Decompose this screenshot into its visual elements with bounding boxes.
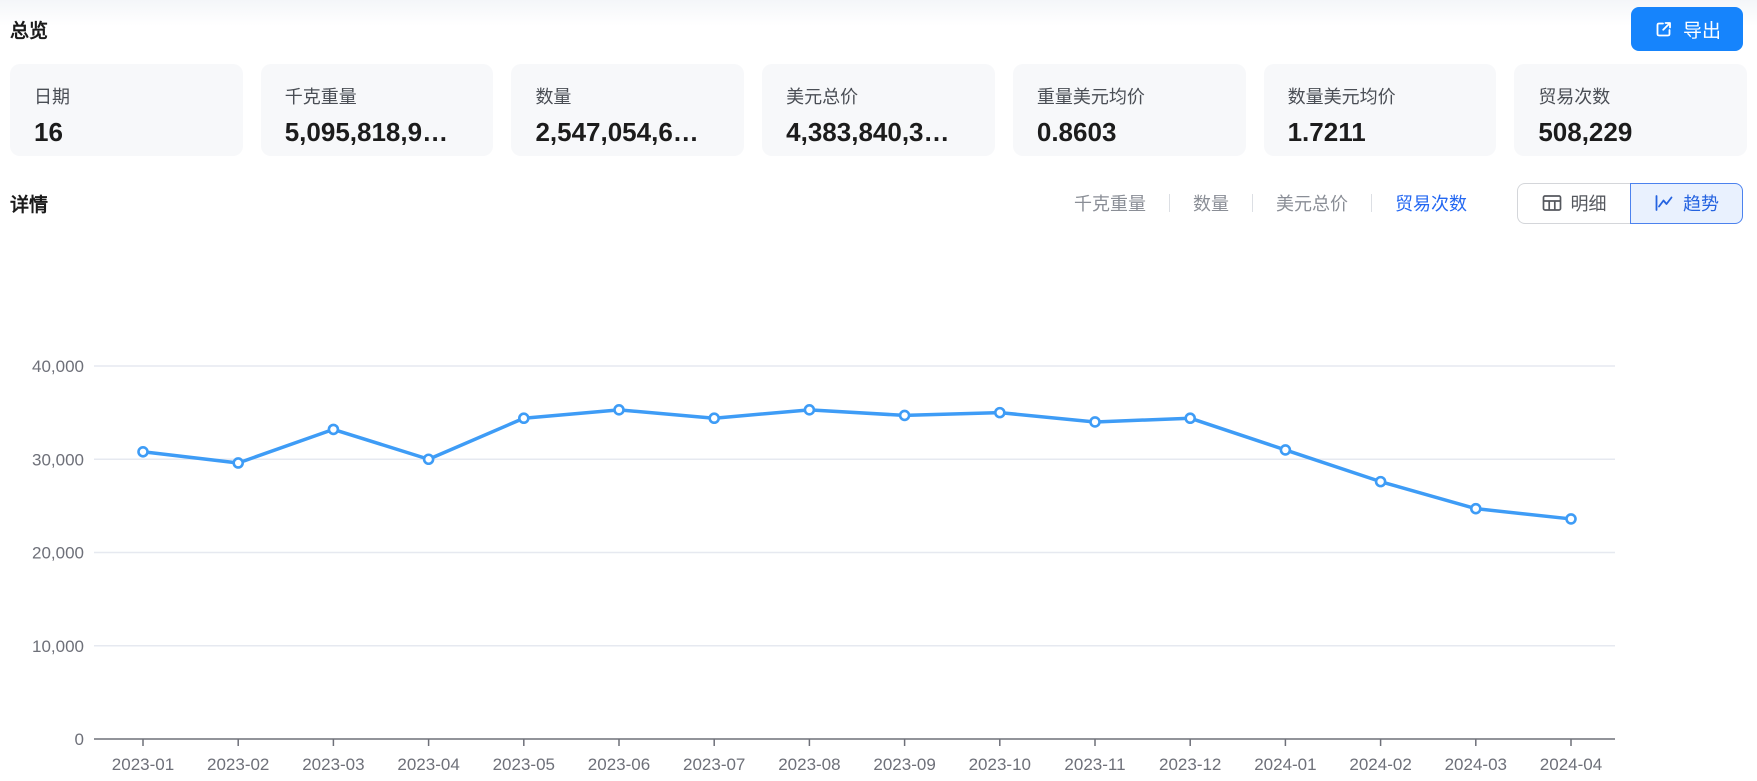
data-point[interactable] [1281, 445, 1290, 454]
data-point[interactable] [329, 425, 338, 434]
x-axis-label: 2024-02 [1349, 755, 1411, 774]
x-axis-label: 2023-07 [683, 755, 745, 774]
metric-tab-quantity[interactable]: 数量 [1193, 190, 1229, 216]
data-point[interactable] [995, 408, 1004, 417]
trend-view-button[interactable]: 趋势 [1630, 183, 1743, 224]
x-axis-label: 2024-01 [1254, 755, 1316, 774]
detail-title: 详情 [10, 190, 48, 217]
x-axis-label: 2023-10 [969, 755, 1031, 774]
data-point[interactable] [519, 414, 528, 423]
card-quantity-avg-price: 数量美元均价 1.7211 [1264, 64, 1497, 156]
card-usd-total: 美元总价 4,383,840,3… [762, 64, 995, 156]
data-point[interactable] [1091, 417, 1100, 426]
card-label: 美元总价 [786, 83, 971, 109]
x-axis-label: 2023-06 [588, 755, 650, 774]
card-value: 4,383,840,3… [786, 117, 971, 148]
data-point[interactable] [1471, 504, 1480, 513]
page-title: 总览 [10, 16, 48, 43]
card-value: 1.7211 [1288, 117, 1473, 148]
overview-header: 总览 导出 [0, 0, 1757, 50]
data-point[interactable] [710, 414, 719, 423]
x-axis-label: 2023-08 [778, 755, 840, 774]
card-value: 16 [34, 117, 219, 148]
data-point[interactable] [234, 458, 243, 467]
x-axis-label: 2023-04 [397, 755, 459, 774]
metric-tab-usd-total[interactable]: 美元总价 [1276, 190, 1348, 216]
x-axis-label: 2023-09 [873, 755, 935, 774]
metric-tab-trade-count[interactable]: 贸易次数 [1395, 190, 1467, 216]
data-point[interactable] [424, 455, 433, 464]
card-quantity: 数量 2,547,054,6… [511, 64, 744, 156]
tab-divider [1169, 194, 1170, 212]
card-label: 千克重量 [285, 83, 470, 109]
card-label: 贸易次数 [1538, 83, 1723, 109]
card-kg-weight: 千克重量 5,095,818,9… [261, 64, 494, 156]
export-button-label: 导出 [1683, 16, 1721, 43]
data-point[interactable] [900, 411, 909, 420]
trend-line [143, 410, 1571, 519]
x-axis-label: 2024-04 [1540, 755, 1602, 774]
tab-divider [1371, 194, 1372, 212]
x-axis-label: 2023-12 [1159, 755, 1221, 774]
y-axis-label: 40,000 [32, 357, 84, 376]
x-axis-label: 2024-03 [1445, 755, 1507, 774]
metric-tab-kg-weight[interactable]: 千克重量 [1074, 190, 1146, 216]
data-point[interactable] [615, 405, 624, 414]
x-axis-label: 2023-11 [1064, 755, 1125, 774]
y-axis-label: 0 [75, 730, 84, 749]
card-label: 重量美元均价 [1037, 83, 1222, 109]
card-date: 日期 16 [10, 64, 243, 156]
x-axis-label: 2023-03 [302, 755, 364, 774]
y-axis-label: 30,000 [32, 450, 84, 469]
card-value: 2,547,054,6… [535, 117, 720, 148]
card-value: 5,095,818,9… [285, 117, 470, 148]
data-point[interactable] [805, 405, 814, 414]
card-value: 508,229 [1538, 117, 1723, 148]
detail-view-label: 明细 [1571, 190, 1607, 216]
x-axis-label: 2023-01 [112, 755, 174, 774]
metric-tabs: 千克重量 数量 美元总价 贸易次数 [1074, 190, 1467, 216]
data-point[interactable] [1376, 477, 1385, 486]
table-icon [1542, 194, 1562, 212]
export-icon [1653, 19, 1674, 40]
export-button[interactable]: 导出 [1631, 7, 1743, 51]
card-label: 日期 [34, 83, 219, 109]
tab-divider [1252, 194, 1253, 212]
card-label: 数量美元均价 [1288, 83, 1473, 109]
trend-chart: 0 10,000 20,000 30,000 40,000 2023-01 2023-02 2… [0, 240, 1757, 781]
card-weight-avg-price: 重量美元均价 0.8603 [1013, 64, 1246, 156]
chart-area: 0 10,000 20,000 30,000 40,000 2023-01 2023-02 2… [0, 240, 1757, 781]
y-axis-label: 10,000 [32, 637, 84, 656]
detail-view-button[interactable]: 明细 [1517, 183, 1630, 224]
trade-dashboard: 总览 导出 日期 16 千克重量 5,095,818,9… 数量 2,547,0… [0, 0, 1757, 781]
data-point[interactable] [1186, 414, 1195, 423]
x-axis-label: 2023-02 [207, 755, 269, 774]
card-trade-count: 贸易次数 508,229 [1514, 64, 1747, 156]
summary-cards: 日期 16 千克重量 5,095,818,9… 数量 2,547,054,6… … [10, 64, 1747, 156]
data-point[interactable] [139, 447, 148, 456]
x-axis-label: 2023-05 [493, 755, 555, 774]
trend-icon [1654, 194, 1674, 212]
trend-view-label: 趋势 [1683, 190, 1719, 216]
view-toggle: 明细 趋势 [1517, 183, 1743, 224]
detail-toolbar: 详情 千克重量 数量 美元总价 贸易次数 明细 [10, 182, 1743, 224]
y-axis-label: 20,000 [32, 544, 84, 563]
card-value: 0.8603 [1037, 117, 1222, 148]
card-label: 数量 [535, 83, 720, 109]
data-point[interactable] [1567, 514, 1576, 523]
